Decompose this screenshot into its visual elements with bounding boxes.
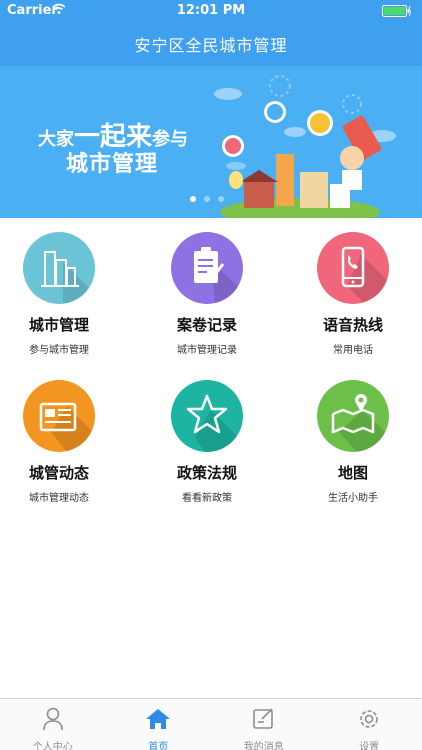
clock: 12:01 PM [176,3,246,18]
page-title: 安宁区全民城市管理 [134,36,288,55]
carousel-dot[interactable] [204,196,210,202]
tab-my-messages[interactable]: 我的消息 [211,699,317,750]
map-pin-icon [317,380,389,452]
feature-subtitle: 看看新政策 [182,493,232,504]
feature-subtitle: 生活小助手 [328,493,378,504]
feature-case-records[interactable]: 案卷记录 城市管理记录 [137,232,277,356]
feature-city-management[interactable]: 城市管理 参与城市管理 [0,232,129,356]
status-bar: Carrier 12:01 PM [0,0,422,22]
promo-banner[interactable]: 大家一起来参与 城市管理 [0,66,422,218]
tab-label: 设置 [359,742,380,750]
tab-bar: 个人中心 首页 我的消息 设置 [0,698,422,750]
tab-home[interactable]: 首页 [106,699,212,750]
battery-icon [382,5,412,17]
carousel-dot[interactable] [190,196,196,202]
feature-title: 城管动态 [28,464,89,482]
tab-label: 首页 [148,742,169,750]
feature-policies-regulations[interactable]: 政策法规 看看新政策 [137,380,277,504]
message-edit-icon [252,708,273,729]
carousel-dot[interactable] [218,196,224,202]
phone-call-icon [317,232,389,304]
feature-title: 政策法规 [176,464,237,482]
feature-subtitle: 城市管理动态 [29,493,89,504]
clipboard-edit-icon [171,232,243,304]
tab-personal-center[interactable]: 个人中心 [0,699,106,750]
feature-title: 语音热线 [322,316,383,334]
feature-subtitle: 参与城市管理 [29,345,89,356]
feature-management-news[interactable]: 城管动态 城市管理动态 [0,380,129,504]
feature-title: 案卷记录 [176,316,237,334]
feature-voice-hotline[interactable]: 语音热线 常用电话 [283,232,422,356]
star-icon [171,380,243,452]
news-icon [23,380,95,452]
tab-label: 我的消息 [243,742,284,750]
pin-icon [264,101,286,123]
feature-title: 城市管理 [28,316,89,334]
gear-icon [360,710,379,728]
feature-subtitle: 常用电话 [333,345,373,356]
feature-subtitle: 城市管理记录 [177,345,237,356]
tab-label: 个人中心 [32,742,73,750]
feature-title: 地图 [337,464,368,482]
home-icon [146,709,171,729]
tab-settings[interactable]: 设置 [317,699,422,750]
carousel-indicator[interactable] [190,196,224,202]
banner-subheadline: 城市管理 [66,152,159,177]
feature-map[interactable]: 地图 生活小助手 [283,380,422,504]
top-bar: Carrier 12:01 PM 安宁区全民城市管理 [0,0,422,66]
user-icon [42,707,63,731]
city-buildings-icon [23,232,95,304]
